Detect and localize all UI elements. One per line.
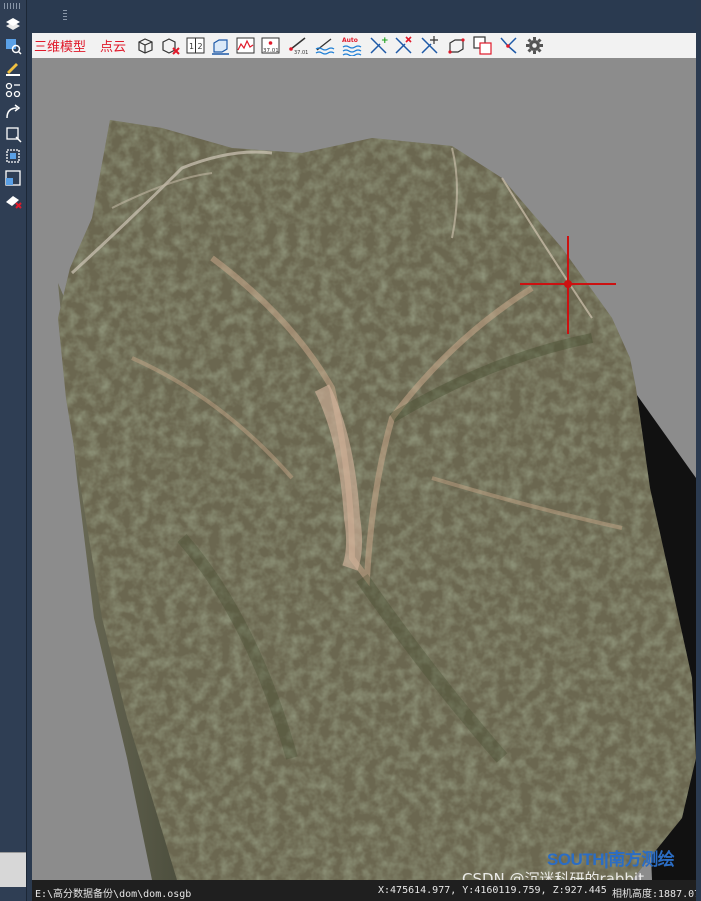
zoom-layer-icon[interactable] <box>3 36 23 56</box>
left-bottom-panel <box>0 852 26 887</box>
delete-point-icon[interactable] <box>393 35 414 56</box>
svg-text:1: 1 <box>189 42 194 51</box>
layers-icon[interactable] <box>3 14 23 34</box>
svg-text:2: 2 <box>198 42 203 51</box>
status-file-path: E:\高分数据备份\dom\dom.osgb <box>35 889 192 900</box>
split-view-icon[interactable]: 12 <box>185 35 206 56</box>
terrain-model <box>58 120 696 880</box>
gear-icon[interactable] <box>524 35 545 56</box>
move-point-icon[interactable] <box>419 35 440 56</box>
crop-region-icon[interactable] <box>3 146 23 166</box>
water-level-icon[interactable] <box>314 35 335 56</box>
polyline-icon[interactable] <box>498 35 519 56</box>
copy-frame-icon[interactable] <box>472 35 493 56</box>
crosshair-center <box>564 280 572 288</box>
profile-chart-icon[interactable] <box>235 35 256 56</box>
delete-cube-icon[interactable] <box>160 35 181 56</box>
measure-line-icon[interactable]: 37.01 <box>288 35 309 56</box>
status-coordinates: X:475614.977, Y:4160119.759, Z:927.445 <box>378 885 607 896</box>
pencil-icon[interactable] <box>3 58 23 78</box>
status-bar: E:\高分数据备份\dom\dom.osgb X:475614.977, Y:4… <box>32 880 701 901</box>
auto-water-icon[interactable]: Auto <box>341 35 362 56</box>
tab-point-cloud[interactable]: 点云 <box>100 36 126 55</box>
curve-tool-icon[interactable] <box>3 102 23 122</box>
box-blue-icon[interactable] <box>210 35 231 56</box>
model-toolbar: 三维模型 点云 12 37.01 37.01 Auto + <box>32 33 696 59</box>
frame-icon[interactable] <box>3 168 23 188</box>
cube-icon[interactable] <box>135 35 156 56</box>
svg-text:+: + <box>381 36 389 46</box>
3d-viewport[interactable] <box>32 58 696 880</box>
auto-label: Auto <box>342 37 358 44</box>
svg-text:37.01: 37.01 <box>294 50 308 56</box>
title-strip <box>27 0 701 32</box>
left-toolbar-grip[interactable] <box>4 3 22 9</box>
tab-3d-model[interactable]: 三维模型 <box>34 36 86 55</box>
box-select-icon[interactable] <box>446 35 467 56</box>
toolbar-grip[interactable] <box>63 10 67 20</box>
south-logo: SOUTH|南方测绘 <box>547 850 675 869</box>
measure-point-icon[interactable]: 37.01 <box>260 35 281 56</box>
right-edge <box>696 0 701 901</box>
measure-value-label: 37.01 <box>263 48 279 54</box>
add-point-icon[interactable]: + <box>368 35 389 56</box>
status-camera-height: 相机高度:1887.07米 <box>612 889 701 900</box>
node-edit-icon[interactable] <box>3 80 23 100</box>
select-region-icon[interactable] <box>3 124 23 144</box>
left-vertical-toolbar <box>0 0 27 901</box>
eraser-delete-icon[interactable] <box>3 190 23 210</box>
